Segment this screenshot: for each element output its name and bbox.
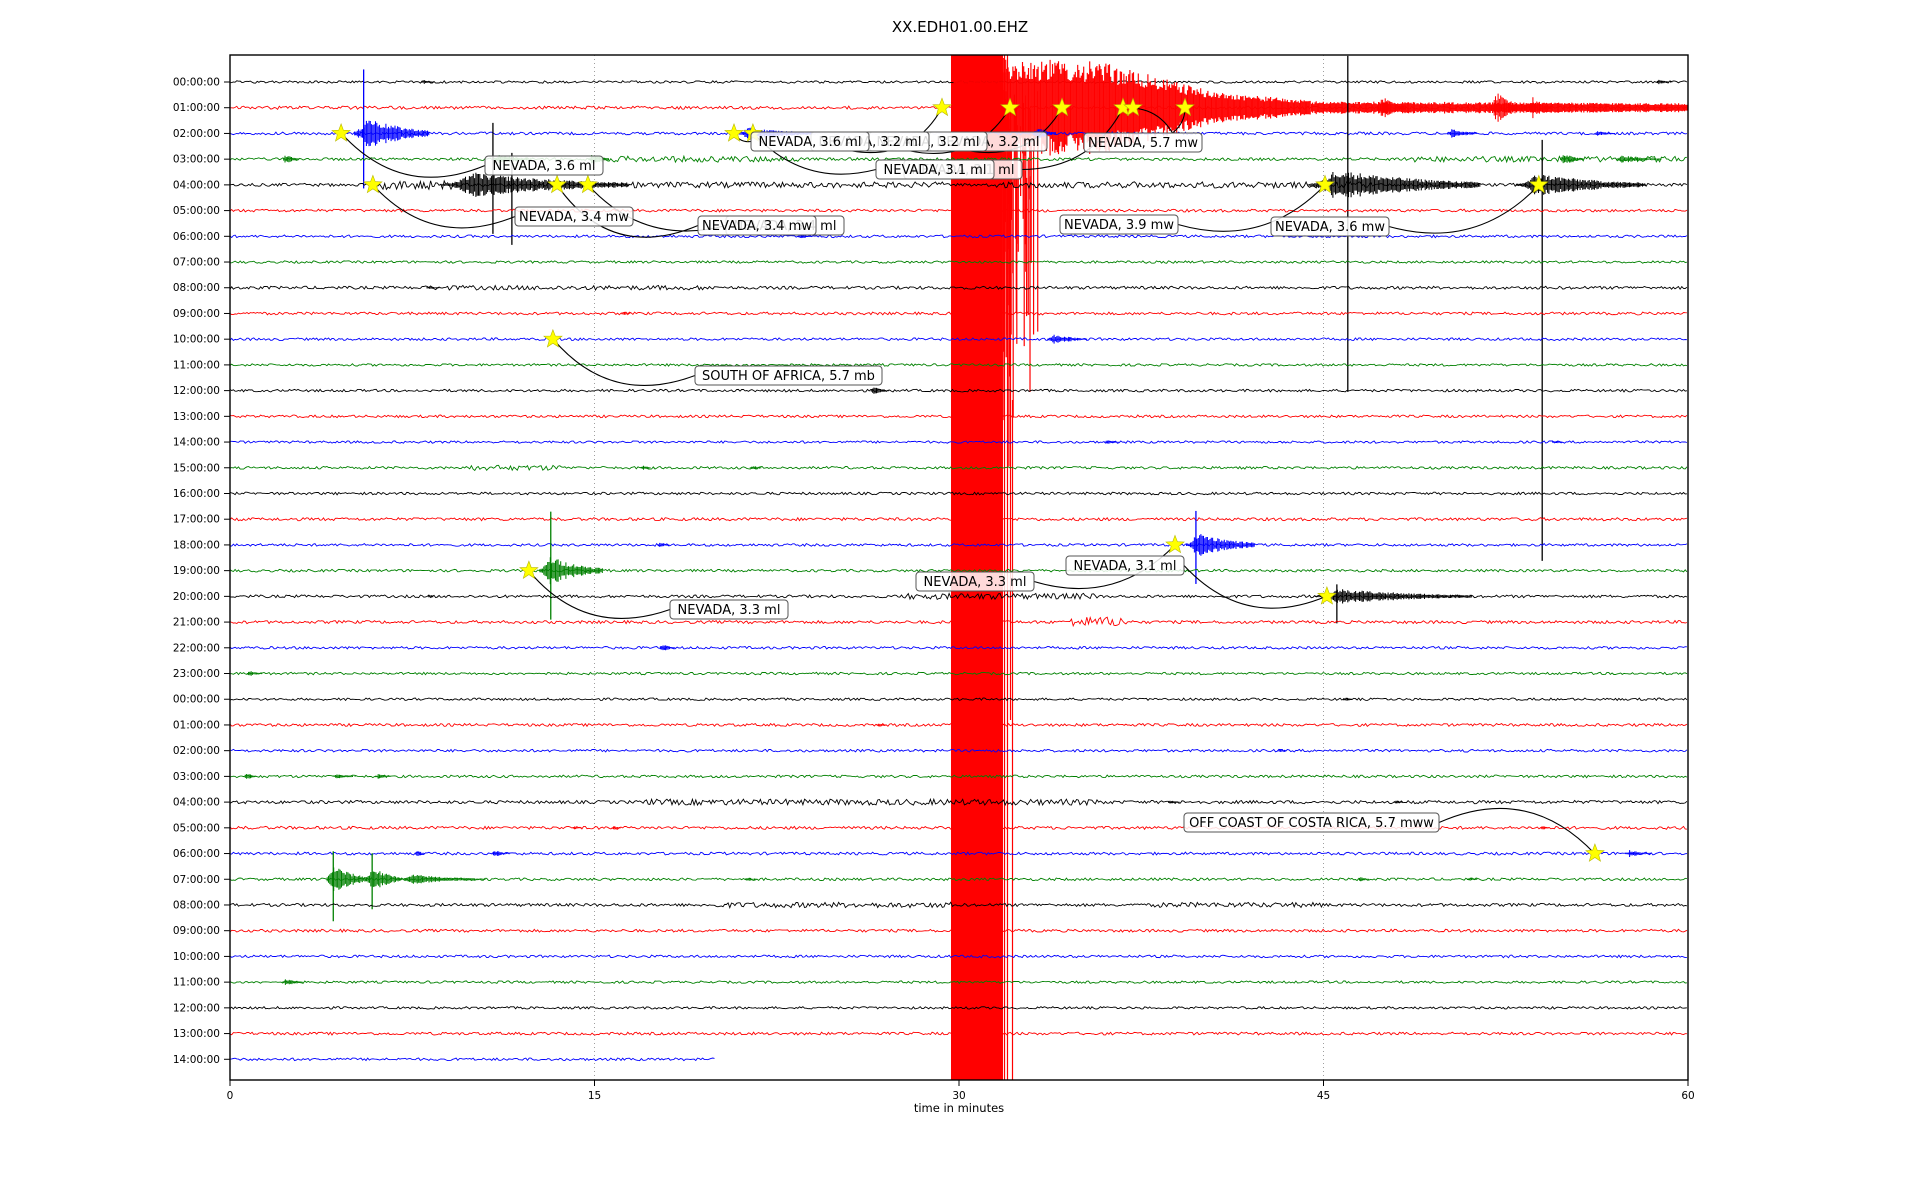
event-label-text: NEVADA, 5.7 mw (1088, 136, 1198, 151)
figure: XX.EDH01.00.EHZ NEVADA, 3.6 ml NEVADA, 3.… (0, 0, 1920, 1200)
event-star-icon (543, 328, 563, 348)
y-tick-label: 22:00:00 (173, 642, 220, 654)
y-tick-label: 04:00:00 (173, 797, 220, 809)
leader-line (552, 338, 696, 387)
y-tick-label: 11:00:00 (173, 977, 220, 989)
event-label-text: NEVADA, 3.6 mw (1275, 220, 1385, 235)
event-label: NEVADA, 3.1 ml (1065, 555, 1185, 576)
event-label-text: NEVADA, 3.3 ml (678, 603, 781, 618)
y-tick-label: 10:00:00 (173, 951, 220, 963)
y-tick-label: 01:00:00 (173, 102, 220, 114)
y-tick-label: 06:00:00 (173, 848, 220, 860)
event-label: NEVADA, 3.6 mw (1270, 216, 1390, 237)
event-star-icon (724, 123, 744, 142)
event-label-text: NEVADA, 3.3 ml (924, 575, 1027, 590)
y-tick-label: 00:00:00 (173, 77, 220, 89)
y-tick-label: 03:00:00 (173, 154, 220, 166)
event-label: NEVADA, 3.6 ml (484, 155, 604, 176)
y-tick-label: 15:00:00 (173, 462, 220, 474)
y-tick-label: 09:00:00 (173, 308, 220, 320)
y-tick-label: 02:00:00 (173, 128, 220, 140)
y-tick-label: 19:00:00 (173, 565, 220, 577)
y-tick-label: 13:00:00 (173, 1028, 220, 1040)
event-label: NEVADA, 3.3 ml (915, 571, 1035, 592)
event-label: OFF COAST OF COSTA RICA, 5.7 mww (1183, 812, 1440, 833)
y-tick-label: 18:00:00 (173, 539, 220, 551)
y-tick-label: 11:00:00 (173, 359, 220, 371)
y-tick-label: 04:00:00 (173, 179, 220, 191)
event-label-text: NEVADA, 3.1 ml (1074, 559, 1177, 574)
band-spray (1002, 55, 1039, 1080)
event-label: NEVADA, 3.4 mw (514, 206, 634, 227)
event-star-icon (331, 123, 351, 142)
y-tick-label: 13:00:00 (173, 411, 220, 423)
event-label-text: NEVADA, 3.6 ml (759, 135, 862, 150)
event-label-text: NEVADA, 3.1 ml (884, 163, 987, 178)
y-tick-label: 00:00:00 (173, 694, 220, 706)
y-tick-label: 14:00:00 (173, 437, 220, 449)
event-star-icon (547, 174, 567, 194)
y-tick-label: 16:00:00 (173, 488, 220, 500)
y-tick-label: 03:00:00 (173, 771, 220, 783)
event-label-text: NEVADA, 3.4 mw (702, 219, 812, 234)
x-axis-title: time in minutes (913, 1101, 1005, 1115)
y-tick-label: 08:00:00 (173, 282, 220, 294)
event-label: SOUTH OF AFRICA, 5.7 mb (694, 365, 883, 386)
y-tick-label: 14:00:00 (173, 1054, 220, 1066)
y-tick-label: 10:00:00 (173, 334, 220, 346)
event-label-text: NEVADA, 3.6 ml (493, 159, 596, 174)
y-tick-label: 08:00:00 (173, 899, 220, 911)
event-star-icon (932, 97, 952, 117)
event-label: NEVADA, 3.1 ml (875, 159, 995, 180)
y-tick-label: 01:00:00 (173, 719, 220, 731)
y-tick-label: 21:00:00 (173, 617, 220, 629)
leader-line (1183, 565, 1328, 609)
event-label-text: NEVADA, 3.4 mw (519, 210, 629, 225)
y-tick-label: 17:00:00 (173, 514, 220, 526)
y-tick-label: 07:00:00 (173, 874, 220, 886)
event-star-icon (1585, 843, 1605, 862)
event-star-icon (519, 560, 539, 579)
y-tick-label: 05:00:00 (173, 822, 220, 834)
y-tick-label: 20:00:00 (173, 591, 220, 603)
event-star-icon (1317, 586, 1337, 605)
event-label-text: NEVADA, 3.9 mw (1064, 218, 1174, 233)
y-tick-label: 23:00:00 (173, 668, 220, 680)
event-star-icon (1165, 534, 1185, 554)
event-label: NEVADA, 5.7 mw (1083, 132, 1203, 153)
helicorder-plot: NEVADA, 3.6 ml NEVADA, 3.4 mw NEVADA, 3.4 … (173, 54, 1695, 1102)
event-label-text: SOUTH OF AFRICA, 5.7 mb (702, 369, 875, 384)
y-tick-label: 07:00:00 (173, 257, 220, 269)
event-label: NEVADA, 3.3 ml (669, 599, 789, 620)
event-label: NEVADA, 3.6 ml (750, 131, 870, 152)
leader-line (1438, 807, 1596, 855)
event-label: NEVADA, 3.4 mw (697, 215, 817, 236)
event-star-icon (578, 174, 598, 194)
event-star-icon (362, 174, 383, 194)
y-tick-label: 12:00:00 (173, 385, 220, 397)
event-label: NEVADA, 3.9 mw (1059, 214, 1179, 235)
saturated-band (950, 55, 1003, 1080)
y-tick-label: 09:00:00 (173, 925, 220, 937)
y-tick-label: 12:00:00 (173, 1002, 220, 1014)
y-tick-label: 06:00:00 (173, 231, 220, 243)
trace-row-38 (229, 1057, 715, 1062)
leader-line (340, 132, 486, 178)
y-tick-label: 02:00:00 (173, 745, 220, 757)
event-label-text: OFF COAST OF COSTA RICA, 5.7 mww (1189, 816, 1434, 831)
y-tick-label: 05:00:00 (173, 205, 220, 217)
